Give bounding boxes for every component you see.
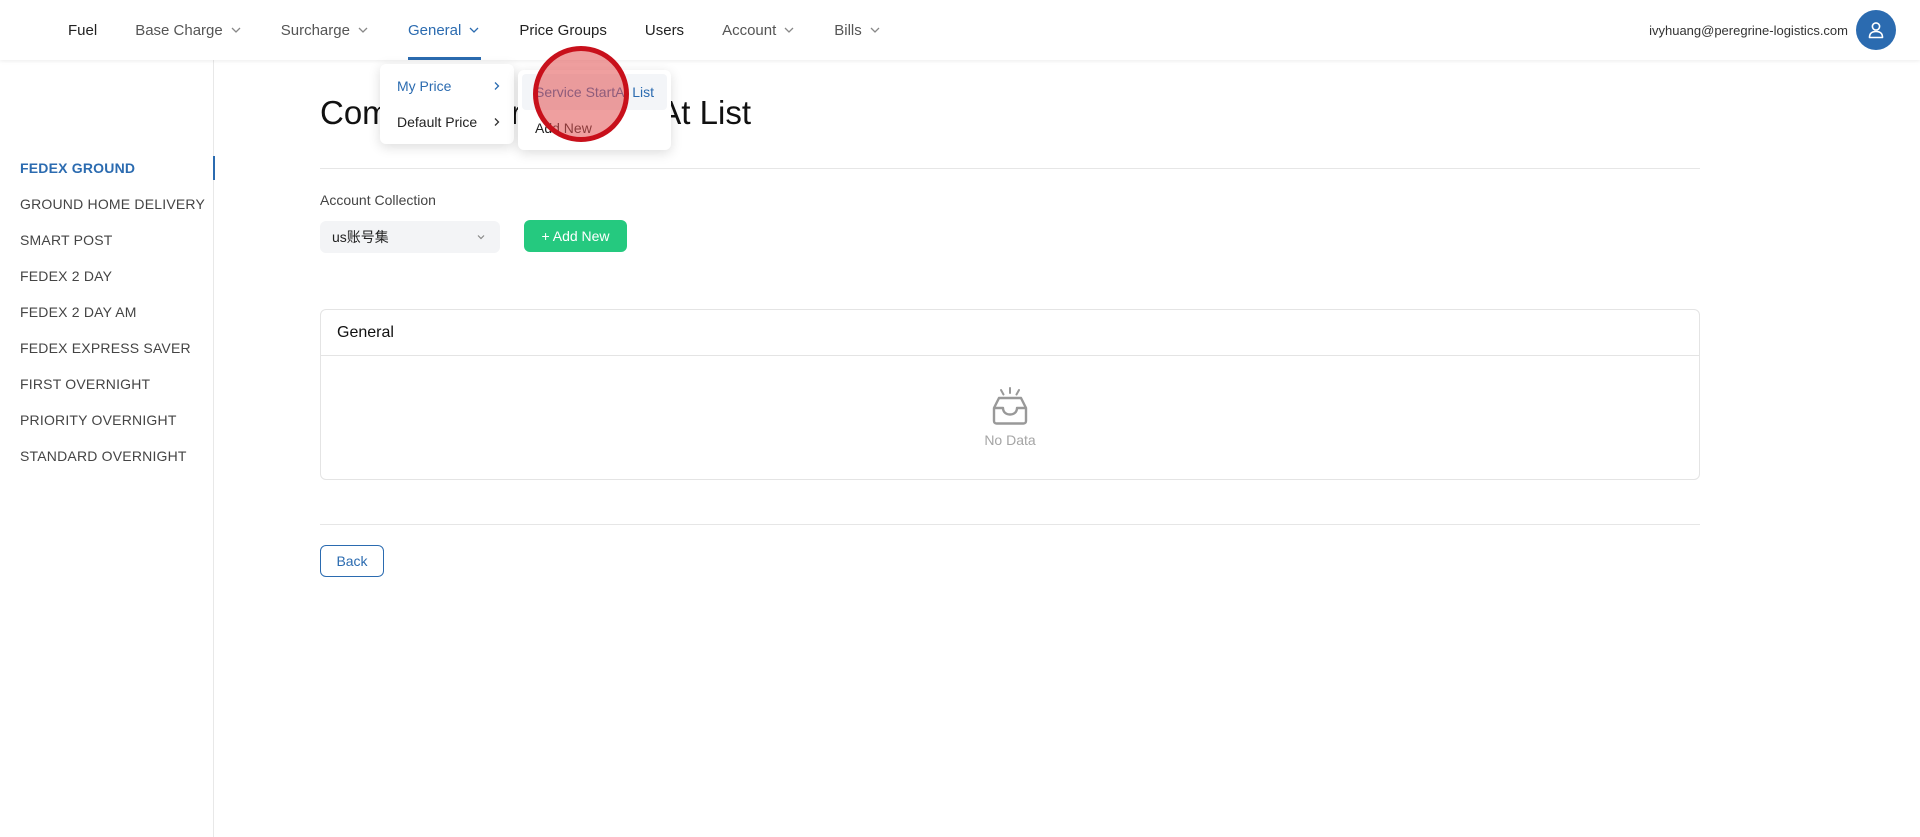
chevron-down-icon [356, 23, 370, 37]
account-collection-value: us账号集 [332, 229, 389, 245]
nav-fuel-label: Fuel [68, 21, 98, 39]
sidebar-item-smart-post[interactable]: SMART POST [0, 222, 214, 258]
general-dropdown-menu: My Price Default Price [380, 64, 514, 144]
general-card: General No Data [320, 309, 1700, 480]
chevron-down-icon [229, 23, 243, 37]
main-nav: Fuel Base Charge Surcharge General Price… [68, 0, 920, 60]
sidebar: FEDEX GROUND GROUND HOME DELIVERY SMART … [0, 60, 215, 837]
menu-item-default-price[interactable]: Default Price [384, 104, 510, 140]
nav-surcharge[interactable]: Surcharge [281, 0, 370, 60]
sidebar-item-fedex-2-day[interactable]: FEDEX 2 DAY [0, 258, 214, 294]
nav-fuel[interactable]: Fuel [68, 0, 97, 60]
nav-bills[interactable]: Bills [834, 0, 882, 60]
account-collection-label: Account Collection [320, 192, 436, 208]
nav-users-label: Users [644, 21, 685, 39]
nav-general-label: General [407, 21, 462, 39]
user-icon [1868, 22, 1884, 39]
inbox-icon [992, 387, 1028, 425]
nav-account-label: Account [722, 21, 777, 39]
chevron-down-icon [467, 23, 481, 37]
sidebar-item-first-overnight[interactable]: FIRST OVERNIGHT [0, 366, 214, 402]
empty-text: No Data [984, 432, 1036, 448]
sidebar-item-fedex-ground[interactable]: FEDEX GROUND [0, 150, 215, 186]
account-collection-select[interactable]: us账号集 [320, 221, 500, 253]
chevron-right-icon [490, 115, 504, 129]
nav-users[interactable]: Users [645, 0, 684, 60]
top-navbar: Fuel Base Charge Surcharge General Price… [0, 0, 1920, 60]
chevron-down-icon [782, 23, 796, 37]
nav-base-charge[interactable]: Base Charge [135, 0, 243, 60]
title-divider [320, 168, 1700, 169]
sidebar-item-standard-overnight[interactable]: STANDARD OVERNIGHT [0, 438, 214, 474]
back-button[interactable]: Back [320, 545, 384, 577]
user-email: ivyhuang@peregrine-logistics.com [1649, 22, 1848, 38]
nav-bills-label: Bills [834, 21, 862, 39]
sidebar-item-fedex-2-day-am[interactable]: FEDEX 2 DAY AM [0, 294, 214, 330]
nav-general[interactable]: General [407, 0, 482, 60]
menu-item-my-price-label: My Price [397, 78, 452, 94]
sidebar-item-fedex-express-saver[interactable]: FEDEX EXPRESS SAVER [0, 330, 214, 366]
sidebar-item-ground-home-delivery[interactable]: GROUND HOME DELIVERY [0, 186, 214, 222]
footer-divider [320, 524, 1700, 525]
service-list: FEDEX GROUND GROUND HOME DELIVERY SMART … [0, 150, 215, 474]
chevron-down-icon [474, 230, 488, 244]
click-indicator [533, 46, 629, 142]
card-title: General [321, 310, 1699, 356]
nav-base-charge-label: Base Charge [135, 21, 223, 39]
empty-state: No Data [321, 386, 1699, 448]
chevron-right-icon [490, 79, 504, 93]
sidebar-item-priority-overnight[interactable]: PRIORITY OVERNIGHT [0, 402, 214, 438]
nav-surcharge-label: Surcharge [280, 21, 350, 39]
add-new-button[interactable]: + Add New [524, 220, 627, 252]
menu-item-default-price-label: Default Price [397, 114, 478, 130]
menu-item-my-price[interactable]: My Price [384, 68, 510, 104]
avatar[interactable] [1856, 10, 1896, 50]
nav-account[interactable]: Account [722, 0, 796, 60]
chevron-down-icon [868, 23, 882, 37]
nav-price-groups-label: Price Groups [519, 21, 607, 39]
